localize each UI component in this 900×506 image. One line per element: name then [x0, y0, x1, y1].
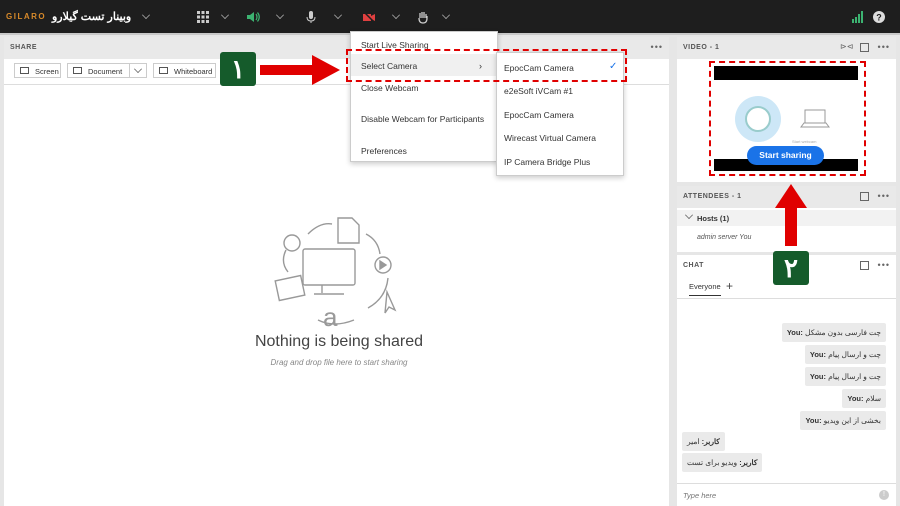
video-pod-title: VIDEO - 1	[683, 44, 720, 51]
camera-option[interactable]: Wirecast Virtual Camera	[504, 133, 596, 143]
menu-preferences[interactable]: Preferences	[361, 146, 407, 156]
microphone-chevron-icon[interactable]	[334, 11, 342, 19]
arrow-right-icon	[260, 55, 340, 85]
raise-hand-icon[interactable]	[416, 10, 430, 24]
chat-message: کاربر: ویدیو برای تست	[682, 453, 763, 472]
attendees-pod-title: ATTENDEES - 1	[683, 193, 742, 200]
nothing-shared-hint: Drag and drop file here to start sharing	[270, 358, 408, 367]
fullscreen-icon[interactable]	[860, 43, 869, 52]
document-chevron-icon[interactable]	[134, 65, 142, 73]
share-whiteboard-button[interactable]: Whiteboard	[153, 63, 216, 78]
nothing-shared-title: Nothing is being shared	[254, 333, 424, 350]
chat-pod-title: CHAT	[683, 262, 704, 269]
video-pod-options-icon[interactable]: •••	[878, 43, 890, 52]
attendees-fullscreen-icon[interactable]	[860, 192, 869, 201]
chat-message: You: چت فارسی بدون مشکل	[781, 323, 886, 342]
app-logo: GILARO	[6, 12, 47, 21]
step-1-badge: ١	[220, 52, 256, 86]
share-document-button[interactable]: Document	[67, 63, 147, 78]
menu-close-webcam[interactable]: Close Webcam	[361, 83, 418, 93]
apps-icon[interactable]	[196, 10, 210, 24]
chat-message: کاربر: امیر	[682, 432, 725, 451]
document-icon	[73, 67, 82, 74]
step-2-badge: ٢	[773, 251, 809, 285]
chat-message: You: چت و ارسال پیام	[804, 367, 886, 386]
chat-tab-divider	[677, 298, 896, 299]
hosts-collapse-icon[interactable]	[685, 211, 693, 219]
chat-options-icon[interactable]: •••	[878, 261, 890, 270]
select-camera-annotation-box	[346, 49, 627, 82]
signal-icon	[852, 11, 863, 23]
speaker-icon[interactable]	[246, 10, 260, 24]
add-chat-tab-icon[interactable]: +	[726, 279, 733, 293]
svg-text:?: ?	[876, 13, 882, 23]
apps-chevron-icon[interactable]	[221, 11, 229, 19]
flip-icon[interactable]: ⊳⊲	[840, 42, 853, 52]
attendee-row[interactable]: admin server You	[697, 234, 751, 241]
share-pod-title: SHARE	[10, 44, 38, 51]
video-annotation-box	[709, 61, 866, 176]
whiteboard-icon	[159, 67, 168, 74]
chat-message: You: چت و ارسال پیام	[804, 345, 886, 364]
screen-icon	[20, 67, 29, 74]
chat-message: You: سلام	[842, 389, 886, 408]
camera-option[interactable]: EpocCam Camera	[504, 110, 574, 120]
arrow-up-icon	[775, 184, 807, 246]
chat-message: You: بخشی از این ویدیو	[800, 411, 886, 430]
chat-input-bar: !	[677, 483, 896, 506]
speaker-chevron-icon[interactable]	[276, 11, 284, 19]
hosts-group-label: Hosts (1)	[697, 214, 730, 223]
top-bar: GILARO وبینار تست گیلارو ?	[0, 0, 900, 35]
nothing-shared-illustration-icon: a	[274, 217, 397, 332]
share-pod-options-icon[interactable]: •••	[651, 43, 663, 52]
camera-chevron-icon[interactable]	[392, 11, 400, 19]
camera-off-icon[interactable]	[362, 10, 376, 24]
camera-option[interactable]: IP Camera Bridge Plus	[504, 157, 590, 167]
camera-option[interactable]: e2eSoft iVCam #1	[504, 86, 573, 96]
svg-text:a: a	[323, 302, 338, 332]
chat-fullscreen-icon[interactable]	[860, 261, 869, 270]
chat-input[interactable]	[683, 488, 863, 502]
attendees-options-icon[interactable]: •••	[878, 192, 890, 201]
help-icon[interactable]: ?	[872, 10, 886, 24]
chat-tab-everyone[interactable]: Everyone	[689, 282, 721, 296]
room-menu-chevron-icon[interactable]	[142, 11, 150, 19]
room-title[interactable]: وبینار تست گیلارو	[52, 10, 131, 23]
menu-disable-webcam[interactable]: Disable Webcam for Participants	[361, 114, 484, 124]
emoji-icon[interactable]: !	[879, 490, 889, 500]
share-screen-button[interactable]: Screen	[14, 63, 61, 78]
raise-hand-chevron-icon[interactable]	[442, 11, 450, 19]
microphone-icon[interactable]	[304, 10, 318, 24]
